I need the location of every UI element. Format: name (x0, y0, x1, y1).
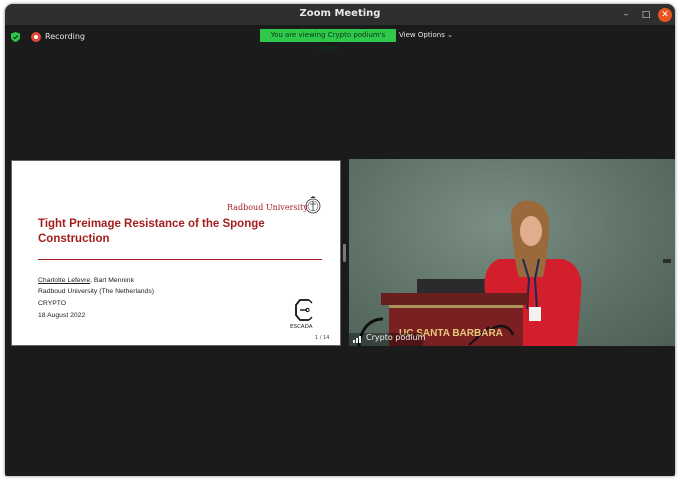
talk-date: 18 August 2022 (38, 312, 86, 319)
close-button[interactable]: ✕ (658, 8, 672, 22)
participant-video-tile[interactable]: UC SANTA BARBARA Crypto podium (349, 159, 675, 346)
venue: CRYPTO (38, 300, 67, 307)
co-author: , Bart Mennink (90, 277, 134, 284)
presentation-slide: Radboud University Tight Preimage Resist… (12, 161, 340, 345)
shared-screen[interactable]: Radboud University Tight Preimage Resist… (11, 160, 341, 346)
affiliation: Radboud University (The Netherlands) (38, 288, 154, 295)
maximize-button[interactable]: □ (639, 8, 653, 22)
recording-label[interactable]: Recording (45, 32, 85, 41)
viewing-screen-banner: You are viewing Crypto podium's screen (260, 29, 396, 52)
speaker-face (520, 216, 542, 246)
split-resize-handle[interactable] (343, 244, 346, 262)
meeting-toolbar: Recording You are viewing Crypto podium'… (5, 26, 675, 52)
minimize-button[interactable]: – (619, 8, 633, 22)
zoom-window: Zoom Meeting – □ ✕ Recording You are vie… (5, 4, 675, 476)
connection-signal-icon (353, 336, 361, 343)
recording-icon[interactable] (31, 32, 41, 42)
authors-line: Charlotte Lefevre, Bart Mennink (38, 277, 134, 284)
podium-top (381, 293, 529, 305)
university-name: Radboud University (227, 203, 308, 212)
title-rule (38, 259, 322, 260)
name-badge (529, 307, 541, 321)
title-bar[interactable]: Zoom Meeting – □ ✕ (5, 4, 675, 26)
view-options-button[interactable]: View Options ⌄ (397, 29, 455, 42)
presenting-author: Charlotte Lefevre (38, 277, 91, 284)
slide-page-indicator: 1 / 14 (315, 335, 330, 341)
participant-name-label: Crypto podium (366, 333, 426, 342)
window-title: Zoom Meeting (299, 8, 381, 19)
escada-logo-icon (295, 299, 313, 321)
laptop-shape (417, 279, 487, 293)
escada-label: ESCADA (290, 324, 313, 330)
slide-title: Tight Preimage Resistance of the Sponge … (38, 218, 265, 245)
shield-icon[interactable] (11, 32, 20, 42)
video-scene: UC SANTA BARBARA (349, 200, 671, 346)
university-crest-icon (305, 196, 321, 214)
